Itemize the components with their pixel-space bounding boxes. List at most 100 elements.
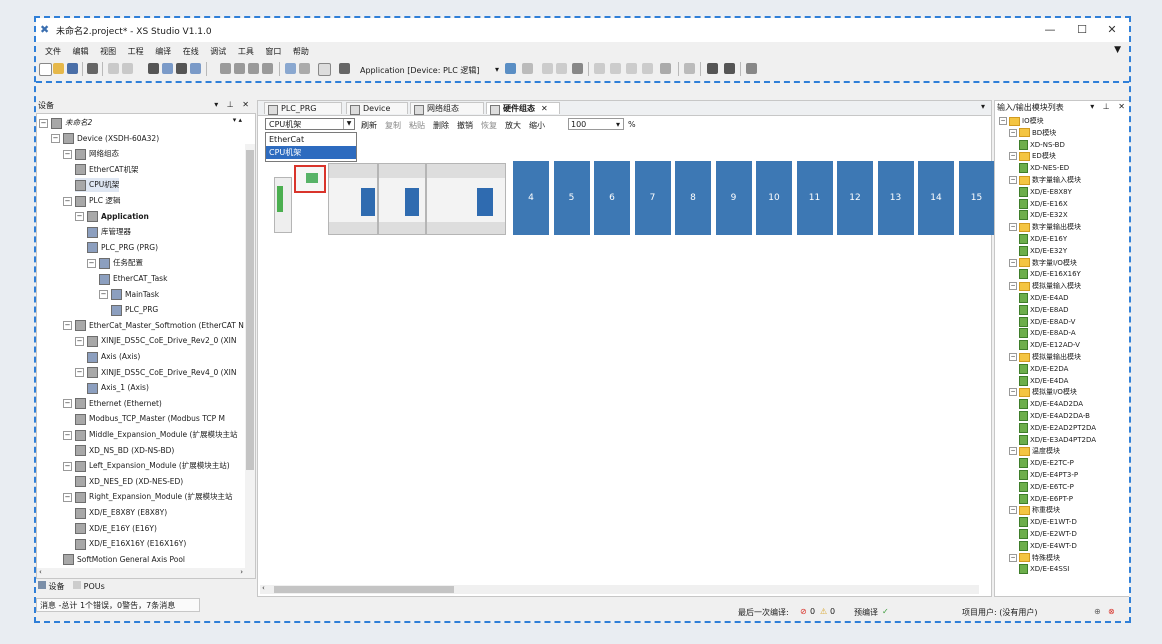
empty-slot-12[interactable]: 12	[837, 161, 873, 235]
active-application[interactable]: Application [Device: PLC 逻辑]	[360, 65, 480, 76]
device-tree-node[interactable]: Axis (Axis)	[87, 350, 140, 364]
filter-icon[interactable]: ▼	[1114, 45, 1121, 55]
zoom-status-icon[interactable]: ⊕	[1094, 607, 1101, 616]
undo-icon[interactable]	[108, 63, 119, 74]
device-tree-node[interactable]: Modbus_TCP_Master (Modbus TCP M	[75, 412, 225, 426]
module-category[interactable]: − IO模块	[999, 115, 1044, 127]
module-item[interactable]: XD/E-E4WT-D	[1019, 540, 1077, 552]
collapse-icon[interactable]: −	[63, 430, 72, 440]
module-item[interactable]: XD/E-E2WT-D	[1019, 528, 1077, 540]
bookmark-next-icon[interactable]	[234, 63, 245, 74]
module-item[interactable]: XD/E-E1WT-D	[1019, 516, 1077, 528]
device-tree-node[interactable]: − Ethernet (Ethernet)	[63, 397, 162, 411]
collapse-icon[interactable]: −	[75, 336, 84, 346]
empty-slot-8[interactable]: 8	[675, 161, 711, 235]
menu-online[interactable]: 在线	[183, 44, 199, 59]
expansion-module-1[interactable]	[378, 163, 426, 235]
device-tree-node[interactable]: 库管理器	[87, 225, 131, 239]
module-category[interactable]: − 特殊模块	[1009, 552, 1060, 564]
tab-devices[interactable]: 设备	[49, 582, 65, 591]
menu-help[interactable]: 帮助	[293, 44, 309, 59]
device-tree-node[interactable]: − 任务配置	[87, 256, 143, 270]
empty-slot-11[interactable]: 11	[796, 161, 833, 235]
maximize-button[interactable]: ☐	[1067, 20, 1097, 40]
module-item[interactable]: XD/E-E8AD-V	[1019, 316, 1075, 328]
module-category[interactable]: − 数字量输入模块	[1009, 174, 1081, 186]
collapse-icon[interactable]: −	[39, 118, 48, 128]
save-icon[interactable]	[67, 63, 78, 74]
module-category[interactable]: − 模拟量输入模块	[1009, 280, 1081, 292]
module-item[interactable]: XD/E-E32Y	[1019, 245, 1067, 257]
tab-pous[interactable]: POUs	[84, 582, 105, 591]
tab-list-dropdown-icon[interactable]: ▾	[981, 102, 985, 111]
close-tab-icon[interactable]: ✕	[541, 104, 548, 113]
device-tree-node[interactable]: XD/E_E16X16Y (E16X16Y)	[75, 537, 186, 551]
device-tree-node[interactable]: − PLC 逻辑	[63, 194, 120, 208]
module-item[interactable]: XD/E-E12AD-V	[1019, 339, 1080, 351]
force-icon[interactable]	[684, 63, 695, 74]
collapse-icon[interactable]: −	[63, 149, 72, 159]
device-tree-node[interactable]: SoftMotion General Axis Pool	[63, 553, 185, 567]
rack-select[interactable]: CPU机架 ▼	[265, 118, 355, 130]
find-next-icon[interactable]	[176, 63, 187, 74]
module-category[interactable]: − 温度模块	[1009, 445, 1060, 457]
grid-icon[interactable]	[339, 63, 350, 74]
device-tree-node[interactable]: EtherCAT机架	[75, 163, 139, 177]
empty-slot-7[interactable]: 7	[634, 161, 671, 235]
tab-hardware-config[interactable]: 硬件组态 ✕	[486, 102, 560, 115]
module-item[interactable]: XD/E-E4PT3-P	[1019, 469, 1078, 481]
bookmark-clear-icon[interactable]	[262, 63, 273, 74]
collapse-icon[interactable]: −	[75, 212, 84, 222]
stop-icon[interactable]	[556, 63, 567, 74]
empty-slot-13[interactable]: 13	[877, 161, 914, 235]
chevron-down-icon[interactable]: ▼	[343, 119, 354, 129]
print-icon[interactable]	[87, 63, 98, 74]
empty-slot-15[interactable]: 15	[958, 161, 995, 235]
option-ethercat[interactable]: EtherCat	[266, 133, 356, 146]
step-over-icon[interactable]	[594, 63, 605, 74]
module-item[interactable]: XD/E-E3AD4PT2DA	[1019, 434, 1096, 446]
logout-icon[interactable]	[522, 63, 533, 74]
empty-slot-10[interactable]: 10	[756, 161, 792, 235]
compile-icon[interactable]	[707, 63, 718, 74]
device-tree-node[interactable]: − XINJE_DS5C_CoE_Drive_Rev2_0 (XIN	[75, 334, 237, 348]
menu-window[interactable]: 窗口	[265, 44, 281, 59]
login-icon[interactable]	[505, 63, 516, 74]
minimize-button[interactable]: —	[1035, 20, 1065, 40]
module-item[interactable]: XD/E-E32X	[1019, 209, 1068, 221]
menu-project[interactable]: 工程	[128, 44, 144, 59]
device-tree-node[interactable]: Axis_1 (Axis)	[87, 381, 149, 395]
device-tree-node[interactable]: XD_NS_BD (XD-NS-BD)	[75, 444, 174, 458]
help-tool-icon[interactable]	[746, 63, 757, 74]
download-icon[interactable]	[724, 63, 735, 74]
refresh-button[interactable]: 刷新	[361, 120, 377, 131]
module-item[interactable]: XD/E-E6PT-P	[1019, 493, 1073, 505]
collapse-icon[interactable]: −	[1009, 223, 1017, 232]
breakpoint-icon[interactable]	[642, 63, 653, 74]
dropdown-tool-icon[interactable]	[299, 63, 310, 74]
zoom-select[interactable]: 100 ▾	[568, 118, 624, 130]
device-tree-node[interactable]: PLC_PRG	[111, 303, 158, 317]
collapse-icon[interactable]: −	[63, 492, 72, 502]
power-module[interactable]	[274, 177, 292, 233]
delete-button[interactable]: 删除	[433, 120, 449, 131]
zoom-out-button[interactable]: 缩小	[529, 120, 545, 131]
device-tree-node[interactable]: PLC_PRG (PRG)	[87, 241, 158, 255]
collapse-icon[interactable]: −	[1009, 553, 1017, 562]
find-prev-icon[interactable]	[190, 63, 201, 74]
option-cpu-rack[interactable]: CPU机架	[266, 146, 356, 159]
bookmark-icon[interactable]	[220, 63, 231, 74]
tab-plc-prg[interactable]: PLC_PRG	[264, 102, 342, 115]
menu-tools[interactable]: 工具	[238, 44, 254, 59]
tab-network-config[interactable]: 网络组态	[410, 102, 484, 115]
new-file-icon[interactable]	[39, 63, 52, 76]
tree-horizontal-scrollbar[interactable]: ‹ ›	[37, 568, 255, 578]
collapse-icon[interactable]: −	[51, 134, 60, 144]
collapse-icon[interactable]: −	[1009, 353, 1017, 361]
copy-button[interactable]: 复制	[385, 120, 401, 131]
watch-icon[interactable]	[660, 63, 671, 74]
open-folder-icon[interactable]	[53, 63, 64, 74]
device-tree-node[interactable]: XD/E_E16Y (E16Y)	[75, 522, 157, 536]
collapse-icon[interactable]: −	[63, 196, 72, 206]
tree-vertical-scrollbar[interactable]	[245, 144, 255, 574]
